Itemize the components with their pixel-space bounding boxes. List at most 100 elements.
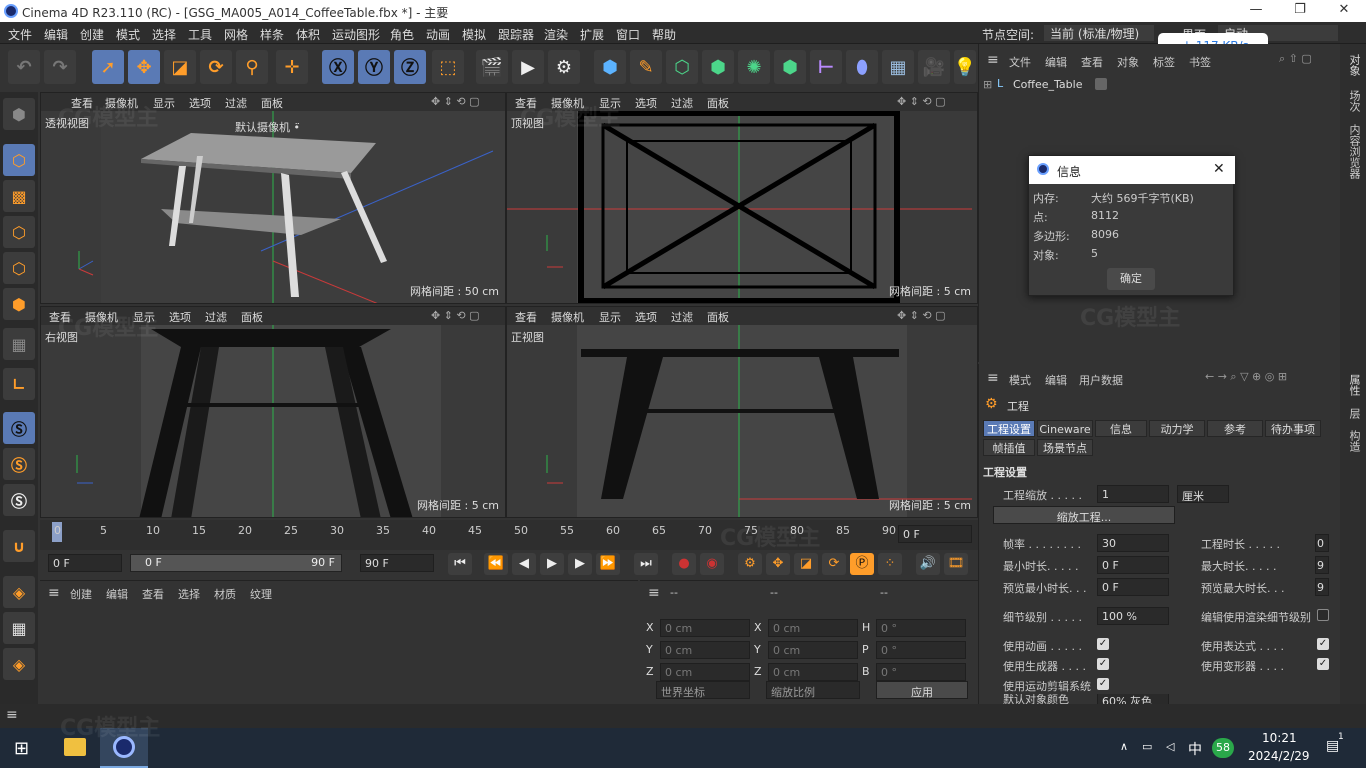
tray-badge[interactable]: 58	[1212, 738, 1234, 758]
keyframe-selection-icon[interactable]: ⚙	[738, 553, 762, 575]
workplane-icon[interactable]: ◈	[3, 576, 35, 608]
light-icon[interactable]: 💡	[954, 50, 976, 84]
select-tool-icon[interactable]: ➚	[92, 50, 124, 84]
vp-menu-display[interactable]: 显示	[599, 309, 621, 325]
obj-menu-object[interactable]: 对象	[1117, 54, 1139, 70]
menu-mograph[interactable]: 运动图形	[332, 26, 380, 43]
key-scale-icon[interactable]: ◪	[794, 553, 818, 575]
render-lod-checkbox[interactable]	[1317, 609, 1329, 621]
vp-menu-filter[interactable]: 过滤	[671, 309, 693, 325]
menu-window[interactable]: 窗口	[616, 26, 640, 43]
axis-mode-icon[interactable]: ∟	[3, 368, 35, 400]
pen-icon[interactable]: ✎	[630, 50, 662, 84]
tab-frame-interpolation[interactable]: 帧插值	[983, 439, 1035, 456]
strip-tab-objects[interactable]: 对象	[1346, 54, 1362, 76]
vp-menu-options[interactable]: 选项	[635, 309, 657, 325]
vp-menu-view[interactable]: 查看	[515, 309, 537, 325]
polygons-mode-icon[interactable]: ⬢	[3, 288, 35, 320]
coord-size-field[interactable]: 0 cm	[768, 641, 858, 659]
viewport-front[interactable]: 查看 摄像机 显示 选项 过滤 面板 ✥ ⇕ ⟲ ▢ 正视图 网格间距 : 5 …	[506, 306, 978, 518]
field-icon[interactable]: ⬮	[846, 50, 878, 84]
frame-range-slider[interactable]: 0 F 90 F	[130, 554, 342, 572]
snap-settings-icon[interactable]: Ⓢ	[3, 448, 35, 480]
expand-icon[interactable]: ⊞	[983, 78, 992, 91]
recent-tool-icon[interactable]: ⚲	[236, 50, 268, 84]
next-frame-icon[interactable]: ▶	[568, 553, 592, 575]
minimize-button[interactable]: —	[1234, 2, 1278, 20]
mat-menu-create[interactable]: 创建	[70, 586, 92, 602]
project-time-input[interactable]: 0	[1315, 534, 1329, 552]
restore-button[interactable]: ❐	[1278, 2, 1322, 20]
strip-tab-structure[interactable]: 构造	[1346, 430, 1362, 452]
menu-animate[interactable]: 动画	[426, 26, 450, 43]
menu-spline[interactable]: 样条	[260, 26, 284, 43]
fps-input[interactable]: 30	[1097, 534, 1169, 552]
vp-menu-filter[interactable]: 过滤	[225, 95, 247, 111]
viewport-camera[interactable]: 默认摄像机 •̈	[235, 119, 300, 135]
current-frame-field[interactable]: 0 F	[48, 554, 122, 572]
snap-icon[interactable]: Ⓢ	[3, 412, 35, 444]
obj-menu-edit[interactable]: 编辑	[1045, 54, 1067, 70]
lod-input[interactable]: 100 %	[1097, 607, 1169, 625]
vp-menu-camera[interactable]: 摄像机	[551, 309, 584, 325]
tray-speaker-icon[interactable]: ◁	[1166, 740, 1174, 753]
viewport-perspective[interactable]: 查看 摄像机 显示 选项 过滤 面板 ✥ ⇕ ⟲ ▢ 透视视图 默认摄像机 •̈…	[40, 92, 506, 304]
scale-tool-icon[interactable]: ◪	[164, 50, 196, 84]
end-frame-field[interactable]: 90 F	[360, 554, 434, 572]
workplane-snap-icon[interactable]: Ⓢ	[3, 484, 35, 516]
mat-menu-select[interactable]: 选择	[178, 586, 200, 602]
vp-nav-icons[interactable]: ✥ ⇕ ⟲ ▢	[897, 95, 946, 108]
vp-menu-camera[interactable]: 摄像机	[85, 309, 118, 325]
use-generators-checkbox[interactable]: ✓	[1097, 658, 1109, 670]
vp-menu-view[interactable]: 查看	[515, 95, 537, 111]
rotate-tool-icon[interactable]: ⟳	[200, 50, 232, 84]
key-pla-icon[interactable]: ⁘	[878, 553, 902, 575]
z-axis-lock-icon[interactable]: Ⓩ	[394, 50, 426, 84]
vp-menu-camera[interactable]: 摄像机	[551, 95, 584, 111]
project-scale-input[interactable]: 1	[1097, 485, 1169, 503]
vp-menu-panel[interactable]: 面板	[241, 309, 263, 325]
viewport-top[interactable]: 查看 摄像机 显示 选项 过滤 面板 ✥ ⇕ ⟲ ▢ 顶视图 网格间距 : 5 …	[506, 92, 978, 304]
timeline-ruler[interactable]: 0 5 10 15 20 25 30 35 40 45 50 55 60 65 70 75 80 85 90 0 F	[40, 520, 978, 550]
magnet-icon[interactable]: ∪	[3, 530, 35, 562]
timeline-end-field[interactable]: 0 F	[898, 525, 972, 543]
menu-character[interactable]: 角色	[390, 26, 414, 43]
play-icon[interactable]: ▶	[540, 553, 564, 575]
make-editable-icon[interactable]: ⬢	[3, 98, 35, 130]
taskbar-cinema4d[interactable]	[100, 728, 148, 768]
ime-indicator[interactable]: 中	[1188, 739, 1202, 759]
vp-menu-options[interactable]: 选项	[189, 95, 211, 111]
model-mode-icon[interactable]: ⬡	[3, 144, 35, 176]
render-view-icon[interactable]: 🎬	[476, 50, 508, 84]
hamburger-icon[interactable]: ≡	[648, 585, 660, 601]
scale-project-button[interactable]: 缩放工程...	[993, 506, 1175, 524]
menu-volume[interactable]: 体积	[296, 26, 320, 43]
tab-todo[interactable]: 待办事项	[1265, 420, 1321, 437]
key-param-icon[interactable]: Ⓟ	[850, 553, 874, 575]
tab-info[interactable]: 信息	[1095, 420, 1147, 437]
tab-project-settings[interactable]: 工程设置	[983, 420, 1035, 437]
use-motion-clip-checkbox[interactable]: ✓	[1097, 678, 1109, 690]
obj-menu-view[interactable]: 查看	[1081, 54, 1103, 70]
viewport-right[interactable]: 查看 摄像机 显示 选项 过滤 面板 ✥ ⇕ ⟲ ▢ 右视图 网格间距 : 5 …	[40, 306, 506, 518]
hamburger-icon[interactable]: ≡	[987, 52, 999, 68]
ok-button[interactable]: 确定	[1107, 268, 1155, 290]
lock-workplane-icon[interactable]: ▦	[3, 612, 35, 644]
vp-menu-panel[interactable]: 面板	[707, 309, 729, 325]
min-time-input[interactable]: 0 F	[1097, 556, 1169, 574]
prev-frame-icon[interactable]: ◀	[512, 553, 536, 575]
tab-reference[interactable]: 参考	[1207, 420, 1263, 437]
clock-date[interactable]: 2024/2/29	[1248, 749, 1310, 763]
windows-start-icon[interactable]: ⊞	[14, 738, 29, 759]
coordinate-system-icon[interactable]: ⬚	[432, 50, 464, 84]
vp-menu-filter[interactable]: 过滤	[205, 309, 227, 325]
vp-menu-display[interactable]: 显示	[133, 309, 155, 325]
y-axis-lock-icon[interactable]: Ⓨ	[358, 50, 390, 84]
uv-mode-icon[interactable]: ▦	[3, 328, 35, 360]
coord-position-field[interactable]: 0 cm	[660, 663, 750, 681]
clock-time[interactable]: 10:21	[1262, 731, 1297, 745]
mograph-icon[interactable]: ⬢	[774, 50, 806, 84]
preview-min-input[interactable]: 0 F	[1097, 578, 1169, 596]
edges-mode-icon[interactable]: ⬡	[3, 252, 35, 284]
vp-nav-icons[interactable]: ✥ ⇕ ⟲ ▢	[431, 309, 480, 322]
